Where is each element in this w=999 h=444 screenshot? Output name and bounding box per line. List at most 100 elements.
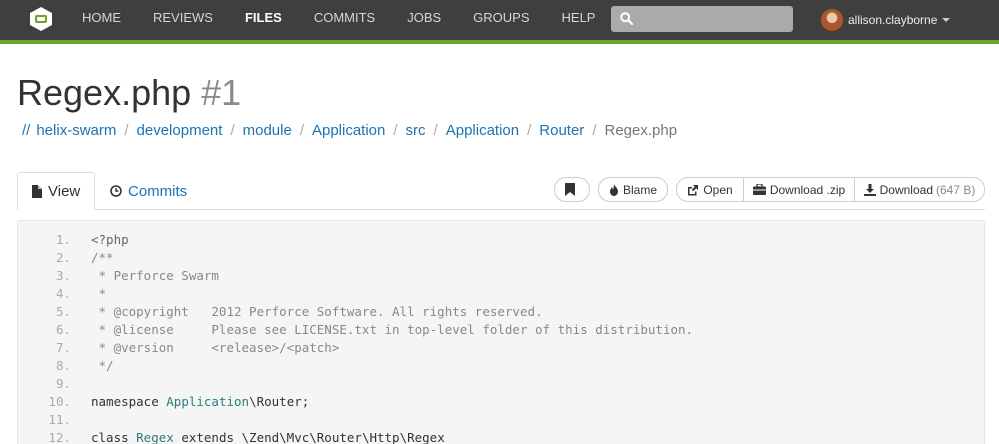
- search-box[interactable]: [611, 6, 793, 32]
- nav-item-reviews[interactable]: REVIEWS: [137, 0, 229, 40]
- code-line: 10. namespace Application\Router;: [18, 393, 984, 411]
- line-code: /**: [91, 249, 114, 267]
- line-code: namespace Application\Router;: [91, 393, 309, 411]
- breadcrumb-separator: /: [124, 122, 129, 139]
- code-token: Application: [166, 394, 250, 409]
- code-line: 8. */: [18, 357, 984, 375]
- code-token: namespace: [91, 394, 167, 409]
- line-number[interactable]: 6.: [18, 321, 71, 339]
- nav-item-help[interactable]: HELP: [546, 0, 612, 40]
- code-token: Regex: [136, 430, 174, 444]
- blame-label: Blame: [622, 182, 657, 197]
- tab-commits[interactable]: Commits: [110, 172, 187, 210]
- briefcase-icon: [752, 184, 766, 195]
- bookmark-button[interactable]: [554, 177, 590, 202]
- file-name: Regex.php: [17, 72, 192, 113]
- nav-item-files[interactable]: FILES: [228, 0, 298, 44]
- nav-item-groups[interactable]: GROUPS: [457, 0, 545, 40]
- page-title: Regex.php #1: [17, 72, 241, 114]
- code-line: 3. * Perforce Swarm: [18, 267, 984, 285]
- swarm-logo-icon[interactable]: [28, 6, 54, 32]
- code-line: 2. /**: [18, 249, 984, 267]
- breadcrumb-item-development[interactable]: development: [137, 122, 223, 139]
- search-input[interactable]: [639, 9, 787, 29]
- file-size: (647 B): [936, 182, 976, 197]
- user-name: allison.clayborne: [848, 13, 938, 27]
- line-number[interactable]: 1.: [18, 231, 71, 249]
- line-number[interactable]: 10.: [18, 393, 71, 411]
- code-line: 6. * @license Please see LICENSE.txt in …: [18, 321, 984, 339]
- breadcrumb-separator: /: [230, 122, 235, 139]
- code-viewer[interactable]: 1. <?php 2./** 3. * Perforce Swarm 4. * 5. * …: [17, 220, 985, 444]
- breadcrumb-item-helix-swarm[interactable]: helix-swarm: [36, 122, 116, 139]
- download-zip-button[interactable]: Download .zip: [743, 177, 855, 202]
- breadcrumb-separator: /: [393, 122, 398, 139]
- code-line: 9.: [18, 375, 984, 393]
- download-button[interactable]: Download (647 B): [854, 177, 985, 202]
- breadcrumb-item-router[interactable]: Router: [539, 122, 584, 139]
- line-number[interactable]: 7.: [18, 339, 71, 357]
- top-navbar: HOME REVIEWS FILES COMMITS JOBS GROUPS HELP al…: [0, 0, 999, 44]
- nav-item-jobs[interactable]: JOBS: [391, 0, 457, 40]
- breadcrumb-depot-root[interactable]: //: [22, 122, 30, 139]
- code-line: 11.: [18, 411, 984, 429]
- share-icon: [688, 184, 699, 195]
- code-token: /**: [91, 250, 114, 265]
- code-line: 1. <?php: [18, 231, 984, 249]
- line-code: */: [91, 357, 114, 375]
- line-code: * @license Please see LICENSE.txt in top…: [91, 321, 694, 339]
- download-label: Download: [879, 182, 933, 197]
- line-code: class Regex extends \Zend\Mvc\Router\Htt…: [91, 429, 445, 444]
- code-line: 12. class Regex extends \Zend\Mvc\Router\…: [18, 429, 984, 444]
- line-number[interactable]: 4.: [18, 285, 71, 303]
- code-token: */: [91, 358, 114, 373]
- code-token: * @version <release>/<patch>: [91, 340, 340, 355]
- code-token: class: [91, 430, 137, 444]
- nav-item-home[interactable]: HOME: [66, 0, 137, 40]
- open-label: Open: [703, 182, 733, 197]
- download-zip-label: Download .zip: [769, 182, 846, 197]
- line-number[interactable]: 11.: [18, 411, 71, 429]
- blame-button[interactable]: Blame: [598, 177, 668, 202]
- code-token: * @license Please see LICENSE.txt in top…: [91, 322, 694, 337]
- breadcrumb-item-src[interactable]: src: [406, 122, 426, 139]
- breadcrumb-item-application[interactable]: Application: [312, 122, 385, 139]
- user-menu[interactable]: allison.clayborne: [820, 7, 951, 33]
- code-token: *: [91, 286, 107, 301]
- tab-view-label: View: [48, 182, 81, 200]
- revision-number: #1: [201, 72, 242, 113]
- code-token: * @copyright 2012 Perforce Software. All…: [91, 304, 543, 319]
- line-code: * @copyright 2012 Perforce Software. All…: [91, 303, 543, 321]
- code-token: * Perforce Swarm: [91, 268, 219, 283]
- code-token: extends \Zend\Mvc\Router\Http\Regex: [173, 430, 445, 444]
- clock-icon: [110, 185, 122, 197]
- line-number[interactable]: 8.: [18, 357, 71, 375]
- breadcrumb-separator: /: [433, 122, 438, 139]
- main-nav: HOME REVIEWS FILES COMMITS JOBS GROUPS HELP: [66, 0, 612, 44]
- code-line: 7. * @version <release>/<patch>: [18, 339, 984, 357]
- line-code: * Perforce Swarm: [91, 267, 219, 285]
- tab-view[interactable]: View: [17, 172, 95, 210]
- fire-icon: [609, 183, 618, 196]
- line-number[interactable]: 3.: [18, 267, 71, 285]
- code-line: 5. * @copyright 2012 Perforce Software. …: [18, 303, 984, 321]
- code-line: 4. *: [18, 285, 984, 303]
- line-code: * @version <release>/<patch>: [91, 339, 340, 357]
- search-icon: [620, 12, 633, 25]
- line-number[interactable]: 12.: [18, 429, 71, 444]
- line-number[interactable]: 5.: [18, 303, 71, 321]
- line-number[interactable]: 2.: [18, 249, 71, 267]
- download-icon: [863, 183, 876, 196]
- breadcrumb-separator: /: [527, 122, 532, 139]
- line-code: *: [91, 285, 107, 303]
- breadcrumb: // helix-swarm / development / module / Applic…: [22, 122, 677, 139]
- breadcrumb-item-module[interactable]: module: [243, 122, 292, 139]
- breadcrumb-current: Regex.php: [604, 122, 678, 139]
- open-button[interactable]: Open: [676, 177, 744, 202]
- breadcrumb-item-application[interactable]: Application: [446, 122, 519, 139]
- line-code: <?php: [91, 231, 129, 249]
- breadcrumb-separator: /: [592, 122, 597, 139]
- avatar: [820, 8, 844, 32]
- line-number[interactable]: 9.: [18, 375, 71, 393]
- nav-item-commits[interactable]: COMMITS: [298, 0, 391, 40]
